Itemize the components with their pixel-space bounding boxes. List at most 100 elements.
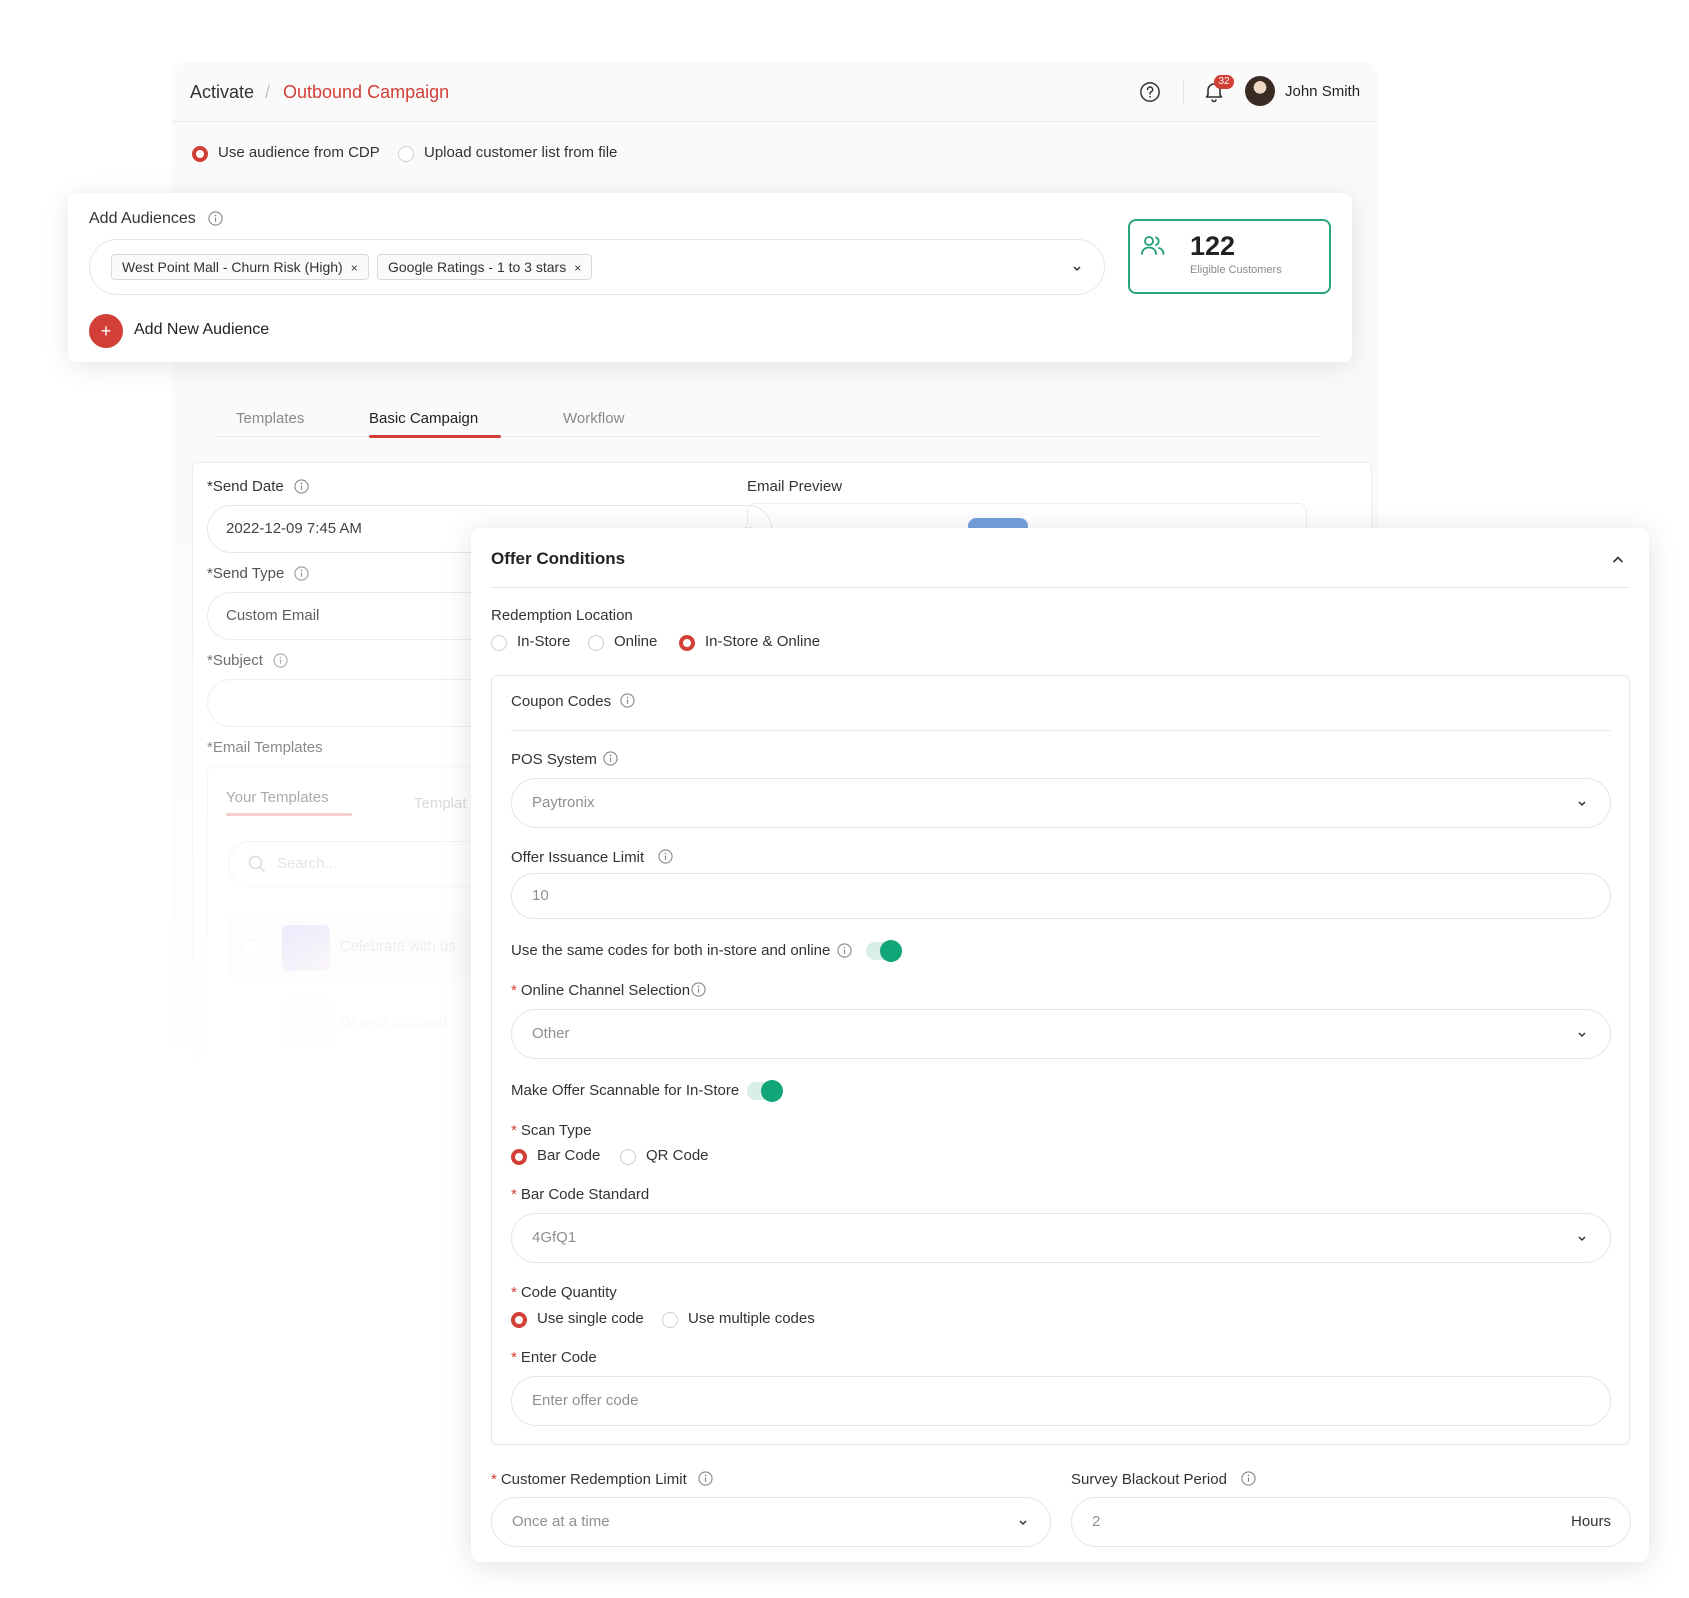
eligible-customers-card: 122 Eligible Customers <box>1128 219 1331 294</box>
add-new-audience-label[interactable]: Add New Audience <box>134 321 269 339</box>
code-quantity-label: * Code Quantity <box>511 1284 617 1301</box>
radio-qr-code[interactable] <box>620 1149 636 1165</box>
online-channel-label: * Online Channel Selection <box>511 982 690 999</box>
tab-basic-campaign[interactable]: Basic Campaign <box>369 410 478 427</box>
template-search-input[interactable]: Search... <box>228 841 488 887</box>
subject-input[interactable] <box>207 679 497 727</box>
breadcrumb-separator: / <box>265 82 271 102</box>
radio-upload-file[interactable] <box>398 146 414 162</box>
user-avatar[interactable] <box>1245 76 1275 106</box>
breadcrumb-activate[interactable]: Activate <box>190 82 254 103</box>
eligible-count: 122 <box>1190 231 1236 261</box>
top-bar: Activate / Outbound Campaign 32 John Smi… <box>172 62 1378 122</box>
radio-in-store-label: In-Store <box>517 633 571 650</box>
toggle-knob <box>880 940 902 962</box>
info-icon <box>273 653 288 668</box>
blackout-period-input[interactable]: 2 <box>1071 1497 1631 1547</box>
radio-online-label: Online <box>614 633 658 650</box>
template-checkbox[interactable] <box>242 939 258 955</box>
audience-chip: Google Ratings - 1 to 3 stars × <box>377 254 593 280</box>
header-divider <box>491 587 1630 588</box>
chip-remove-icon[interactable]: × <box>574 261 581 275</box>
tab-your-templates[interactable]: Your Templates <box>226 789 329 806</box>
audience-chip-label: West Point Mall - Churn Risk (High) <box>122 259 343 275</box>
radio-single-code-label: Use single code <box>537 1310 644 1327</box>
enter-code-input[interactable]: Enter offer code <box>511 1376 1611 1426</box>
info-icon <box>1241 1471 1256 1486</box>
list-item[interactable]: Dine-in discount <box>228 993 488 1053</box>
online-channel-select[interactable]: Other <box>511 1009 1611 1059</box>
send-date-label: *Send Date <box>207 478 284 495</box>
audience-select[interactable]: West Point Mall - Churn Risk (High) × Goo… <box>89 239 1105 295</box>
email-templates-label: *Email Templates <box>207 739 323 756</box>
info-icon <box>620 693 635 708</box>
header-divider <box>1183 80 1184 104</box>
radio-in-store-online[interactable] <box>679 635 695 651</box>
radio-qr-code-label: QR Code <box>646 1147 709 1164</box>
chevron-down-icon <box>1578 1032 1586 1038</box>
user-name[interactable]: John Smith <box>1285 83 1360 100</box>
info-icon <box>691 982 706 997</box>
radio-single-code[interactable] <box>511 1312 527 1328</box>
online-channel-label-text: Online Channel Selection <box>520 982 691 999</box>
toggle-knob <box>761 1080 783 1102</box>
bar-code-standard-select[interactable]: 4GfQ1 <box>511 1213 1611 1263</box>
help-icon[interactable] <box>1139 81 1161 103</box>
blackout-unit: Hours <box>1571 1513 1612 1530</box>
info-icon <box>603 751 618 766</box>
send-type-select[interactable]: Custom Email <box>207 592 497 640</box>
redemption-location-label: Redemption Location <box>491 607 633 624</box>
active-tab-indicator <box>369 435 501 438</box>
enter-code-label-text: Enter Code <box>520 1349 597 1366</box>
pos-system-select[interactable]: Paytronix <box>511 778 1611 828</box>
chevron-up-icon[interactable] <box>1610 552 1626 568</box>
radio-upload-file-label: Upload customer list from file <box>424 144 618 161</box>
notification-badge: 32 <box>1214 75 1234 89</box>
chip-remove-icon[interactable]: × <box>351 261 358 275</box>
template-thumbnail <box>282 999 330 1049</box>
radio-online[interactable] <box>588 635 604 651</box>
template-name: Dine-in discount <box>340 1014 448 1031</box>
chevron-down-icon <box>1019 1520 1027 1526</box>
info-icon <box>294 566 309 581</box>
list-item[interactable]: Celebrate with us <box>228 917 488 977</box>
required-marker: * <box>491 1471 497 1488</box>
pos-system-label: POS System <box>511 751 597 768</box>
template-name: Celebrate with us <box>340 938 456 955</box>
tab-workflow[interactable]: Workflow <box>563 410 624 427</box>
issuance-limit-input[interactable]: 10 <box>511 873 1611 919</box>
email-preview-label: Email Preview <box>747 478 843 495</box>
scan-type-label-text: Scan Type <box>520 1122 592 1139</box>
send-type-label: *Send Type <box>207 565 285 582</box>
radio-in-store[interactable] <box>491 635 507 651</box>
required-marker: * <box>511 1122 517 1139</box>
redemption-limit-label: * Customer Redemption Limit <box>491 1471 687 1488</box>
same-codes-toggle[interactable] <box>866 940 902 962</box>
code-quantity-label-text: Code Quantity <box>520 1284 617 1301</box>
add-new-audience-button[interactable]: + <box>89 314 123 348</box>
breadcrumb-current: Outbound Campaign <box>283 82 450 102</box>
tab-templates-library[interactable]: Templat <box>414 795 467 812</box>
radio-use-cdp[interactable] <box>192 146 208 162</box>
redemption-limit-label-text: Customer Redemption Limit <box>500 1471 687 1488</box>
radio-multiple-codes[interactable] <box>662 1312 678 1328</box>
template-thumbnail <box>282 925 330 971</box>
add-audiences-label: Add Audiences <box>89 210 196 227</box>
info-icon <box>294 479 309 494</box>
section-divider <box>511 730 1611 731</box>
scannable-toggle[interactable] <box>747 1080 783 1102</box>
bar-code-standard-label-text: Bar Code Standard <box>520 1186 650 1203</box>
offer-conditions-title: Offer Conditions <box>491 549 626 568</box>
tab-templates[interactable]: Templates <box>236 410 304 427</box>
info-icon <box>837 943 852 958</box>
eligible-label: Eligible Customers <box>1190 264 1282 276</box>
required-marker: * <box>511 1349 517 1366</box>
redemption-limit-select[interactable]: Once at a time <box>491 1497 1051 1547</box>
subject-label: *Subject <box>207 652 263 669</box>
users-icon <box>1141 236 1165 255</box>
info-icon <box>658 849 673 864</box>
radio-bar-code[interactable] <box>511 1149 527 1165</box>
active-tab-indicator <box>226 813 352 816</box>
coupon-codes-section: Coupon Codes POS System Paytronix Offer … <box>491 675 1630 1445</box>
chevron-down-icon[interactable] <box>1070 261 1084 275</box>
